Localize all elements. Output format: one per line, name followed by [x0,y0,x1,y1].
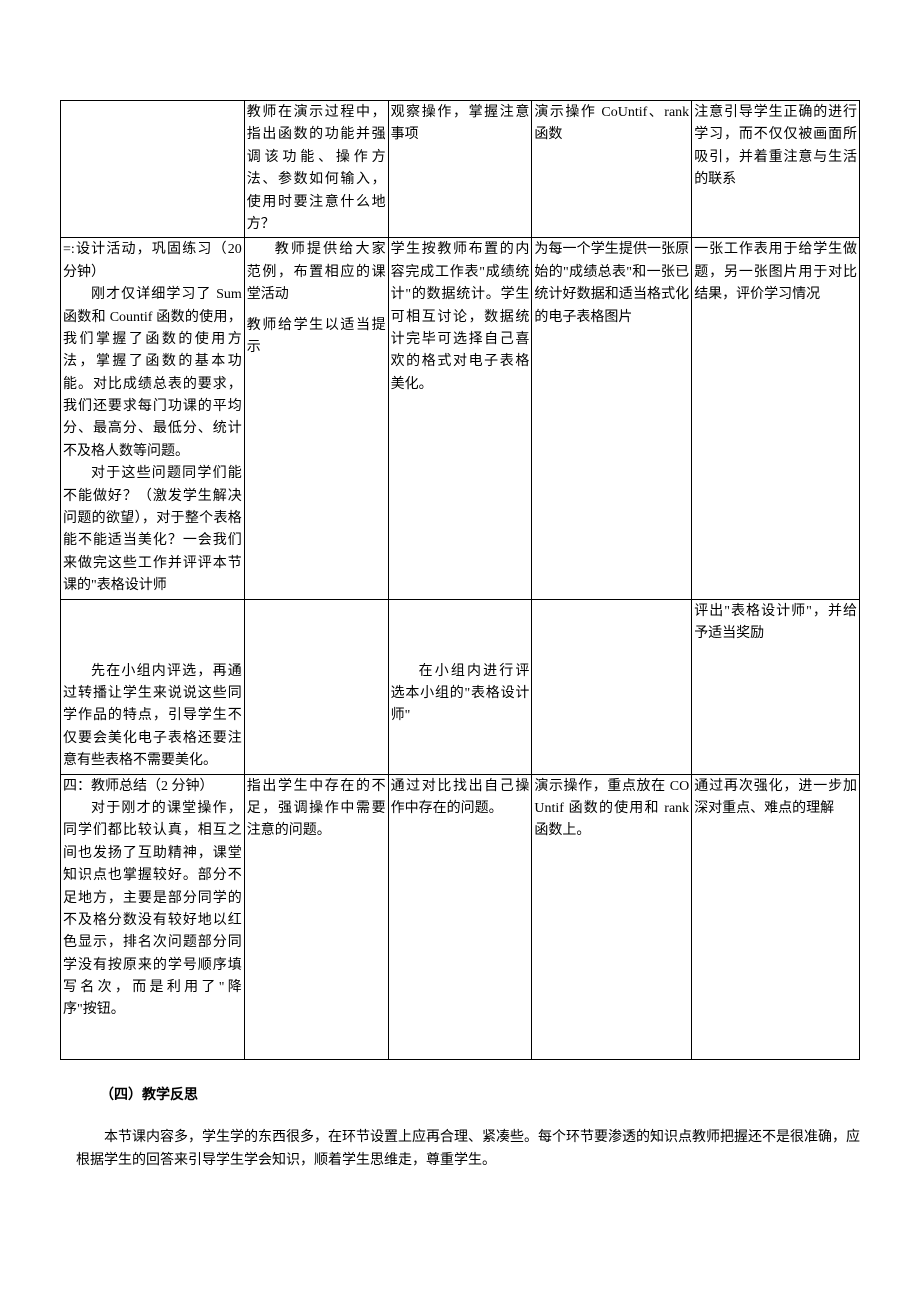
cell-heading: 四：教师总结（2 分钟） [63,776,242,798]
cell-r4c3: 通过对比找出自己操作中存在的问题。 [388,774,532,1059]
cell-text: 通过对比找出自己操作中存在的问题。 [391,776,530,821]
cell-r4c5: 通过再次强化，进一步加深对重点、难点的理解 [692,774,860,1059]
cell-r1c1 [61,101,245,238]
cell-r3c1: 先在小组内评选，再通过转播让学生来说说这些同学作品的特点，引导学生不仅要会美化电… [61,599,245,774]
cell-heading: =:设计活动，巩固练习（20 分钟） [63,239,242,284]
cell-paragraph: 刚才仅详细学习了 Sum函数和 Countif 函数的使用，我们掌握了函数的使用… [63,284,242,463]
cell-r1c4: 演示操作 CoUntif、rank函数 [532,101,692,238]
cell-r1c2: 教师在演示过程中，指出函数的功能并强调该功能、操作方法、参数如何输入，使用时要注… [244,101,388,238]
cell-text: 演示操作 CoUntif、rank函数 [534,102,689,147]
cell-r2c4: 为每一个学生提供一张原始的"成绩总表"和一张已统计好数据和适当格式化的电子表格图… [532,238,692,599]
table-row: 四：教师总结（2 分钟） 对于刚才的课堂操作，同学们都比较认真，相互之间也发扬了… [61,774,860,1059]
table-row: 先在小组内评选，再通过转播让学生来说说这些同学作品的特点，引导学生不仅要会美化电… [61,599,860,774]
cell-text: 通过再次强化，进一步加深对重点、难点的理解 [694,776,857,821]
lesson-plan-table: 教师在演示过程中，指出函数的功能并强调该功能、操作方法、参数如何输入，使用时要注… [60,100,860,1060]
cell-paragraph: 教师提供给大家范例，布置相应的课堂活动 [247,239,386,306]
cell-paragraph: 在小组内进行评选本小组的"表格设计师" [391,661,530,728]
cell-paragraph: 教师给学生以适当提示 [247,315,386,360]
table-row: 教师在演示过程中，指出函数的功能并强调该功能、操作方法、参数如何输入，使用时要注… [61,101,860,238]
cell-r4c4: 演示操作，重点放在 COUntif 函数的使用和 rank 函数上。 [532,774,692,1059]
reflection-text: 本节课内容多，学生学的东西很多，在环节设置上应再合理、紧凑些。每个环节要渗透的知… [76,1127,860,1172]
cell-text: 教师在演示过程中，指出函数的功能并强调该功能、操作方法、参数如何输入，使用时要注… [247,102,386,236]
cell-r1c3: 观察操作，掌握注意事项 [388,101,532,238]
cell-text: 注意引导学生正确的进行学习，而不仅仅被画面所吸引，并着重注意与生活的联系 [694,102,857,192]
cell-r3c5: 评出"表格设计师"，并给予适当奖励 [692,599,860,774]
cell-text: 观察操作，掌握注意事项 [391,102,530,147]
cell-r1c5: 注意引导学生正确的进行学习，而不仅仅被画面所吸引，并着重注意与生活的联系 [692,101,860,238]
reflection-heading: （四）教学反思 [100,1085,860,1107]
table-row: =:设计活动，巩固练习（20 分钟） 刚才仅详细学习了 Sum函数和 Count… [61,238,860,599]
cell-paragraph: 先在小组内评选，再通过转播让学生来说说这些同学作品的特点，引导学生不仅要会美化电… [63,661,242,773]
cell-r4c1: 四：教师总结（2 分钟） 对于刚才的课堂操作，同学们都比较认真，相互之间也发扬了… [61,774,245,1059]
cell-paragraph: 对于这些问题同学们能不能做好？（激发学生解决问题的欲望），对于整个表格能不能适当… [63,463,242,597]
cell-r4c2: 指出学生中存在的不足，强调操作中需要注意的问题。 [244,774,388,1059]
cell-r2c1: =:设计活动，巩固练习（20 分钟） 刚才仅详细学习了 Sum函数和 Count… [61,238,245,599]
cell-text: 演示操作，重点放在 COUntif 函数的使用和 rank 函数上。 [534,776,689,843]
cell-r3c2 [244,599,388,774]
cell-text: 一张工作表用于给学生做题，另一张图片用于对比结果，评价学习情况 [694,239,857,306]
cell-text: 为每一个学生提供一张原始的"成绩总表"和一张已统计好数据和适当格式化的电子表格图… [534,239,689,329]
cell-r3c3: 在小组内进行评选本小组的"表格设计师" [388,599,532,774]
cell-text: 学生按教师布置的内容完成工作表"成绩统计"的数据统计。学生可相互讨论，数据统计完… [391,239,530,396]
cell-r3c4 [532,599,692,774]
cell-r2c2: 教师提供给大家范例，布置相应的课堂活动 教师给学生以适当提示 [244,238,388,599]
cell-text: 评出"表格设计师"，并给予适当奖励 [694,601,857,646]
cell-r2c3: 学生按教师布置的内容完成工作表"成绩统计"的数据统计。学生可相互讨论，数据统计完… [388,238,532,599]
cell-text: 指出学生中存在的不足，强调操作中需要注意的问题。 [247,776,386,843]
cell-paragraph: 对于刚才的课堂操作，同学们都比较认真，相互之间也发扬了互助精神，课堂知识点也掌握… [63,798,242,1022]
cell-r2c5: 一张工作表用于给学生做题，另一张图片用于对比结果，评价学习情况 [692,238,860,599]
